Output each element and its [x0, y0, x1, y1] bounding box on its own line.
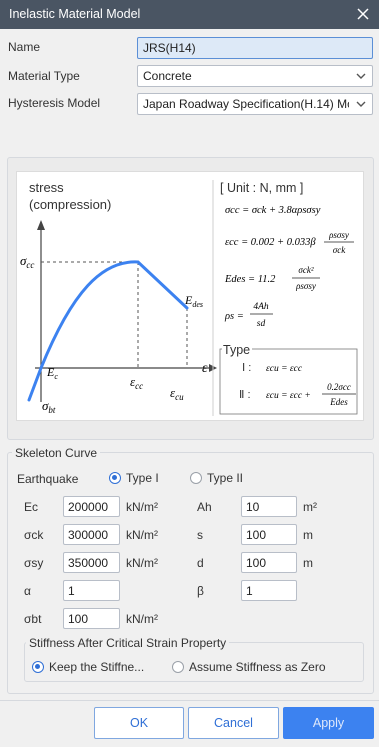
edes-label: Edes — [184, 293, 203, 309]
chevron-down-icon — [356, 73, 366, 79]
keep-stiffness-radio[interactable]: Keep the Stiffne... — [32, 660, 144, 674]
beta-input[interactable]: 1 — [241, 580, 297, 601]
skeleton-curve-title: Skeleton Curve — [12, 446, 101, 460]
s-unit: m — [303, 528, 313, 542]
ah-input[interactable]: 10 — [241, 496, 297, 517]
beta-label: β — [197, 584, 204, 598]
earthquake-label: Earthquake — [17, 472, 79, 486]
stress-strain-curve — [27, 260, 189, 402]
formula-rho-s-num: 4Ah — [253, 302, 269, 312]
material-type-label: Material Type — [8, 69, 80, 83]
unit-label: [ Unit : N, mm ] — [220, 181, 303, 195]
radio-selected-icon — [32, 661, 44, 673]
radio-unselected-icon — [172, 661, 184, 673]
window-title: Inelastic Material Model — [9, 7, 141, 21]
hysteresis-model-value: Japan Roadway Specification(H.14) Model — [143, 97, 349, 111]
formula-rho-s: ρs = — [224, 311, 244, 322]
formula-edes: Edes = 11.2 — [224, 274, 276, 285]
hysteresis-model-label: Hysteresis Model — [8, 96, 101, 110]
d-input[interactable]: 100 — [241, 552, 297, 573]
type-1-label: Ⅰ : — [242, 362, 251, 374]
type-i-radio[interactable]: Type I — [109, 471, 159, 485]
eps-cu-label: εcu — [170, 385, 184, 402]
name-input[interactable]: JRS(H14) — [137, 37, 373, 59]
y-title-compression: (compression) — [29, 197, 111, 212]
formula-edes-num: σck² — [298, 265, 313, 275]
type-2-den: Edes — [329, 397, 348, 407]
material-type-value: Concrete — [143, 69, 192, 83]
cancel-button[interactable]: Cancel — [188, 707, 279, 739]
sigma-sy-unit: kN/m² — [126, 556, 158, 570]
eps-axis-label: ε — [202, 361, 208, 376]
sigma-ck-label: σck — [24, 528, 44, 542]
sigma-bt-label: σbt — [24, 612, 42, 626]
alpha-label: α — [24, 584, 31, 598]
type-box-title: Type — [223, 343, 250, 357]
sigma-ck-input[interactable]: 300000 — [63, 524, 120, 545]
chevron-down-icon — [356, 101, 366, 107]
sigma-ck-unit: kN/m² — [126, 528, 158, 542]
alpha-input[interactable]: 1 — [63, 580, 120, 601]
type-1-eq: εcu = εcc — [266, 364, 303, 374]
sigma-sy-label: σsy — [24, 556, 44, 570]
ok-button[interactable]: OK — [94, 707, 184, 739]
x-axis — [35, 364, 217, 372]
close-icon[interactable] — [355, 5, 371, 23]
s-input[interactable]: 100 — [241, 524, 297, 545]
formula-eps-cc-den: σck — [333, 245, 346, 255]
type-2-eq: εcu = εcc + — [266, 391, 311, 401]
y-title-stress: stress — [29, 180, 64, 195]
type-2-label: Ⅱ : — [239, 389, 251, 401]
hysteresis-model-select[interactable]: Japan Roadway Specification(H.14) Model — [137, 93, 373, 115]
radio-unselected-icon — [190, 472, 202, 484]
sigma-bt-unit: kN/m² — [126, 612, 158, 626]
ec-label: Ec — [24, 500, 39, 514]
ec-input[interactable]: 200000 — [63, 496, 120, 517]
apply-button[interactable]: Apply — [283, 707, 374, 739]
sigma-bt-label: σbt — [42, 398, 56, 415]
zero-stiffness-radio[interactable]: Assume Stiffness as Zero — [172, 660, 326, 674]
material-type-select[interactable]: Concrete — [137, 65, 373, 87]
s-label: s — [197, 528, 203, 542]
d-unit: m — [303, 556, 313, 570]
d-label: d — [197, 556, 204, 570]
stiffness-title: Stiffness After Critical Strain Property — [26, 636, 230, 650]
ah-label: Ah — [197, 500, 212, 514]
name-label: Name — [8, 40, 41, 54]
formula-sigma-cc: σcc = σck + 3.8αρsσsy — [225, 205, 321, 216]
formula-edes-den: ρsσsy — [295, 281, 316, 291]
type-ii-radio[interactable]: Type II — [190, 471, 243, 485]
ec-unit: kN/m² — [126, 500, 158, 514]
radio-selected-icon — [109, 472, 121, 484]
formula-eps-cc-num: ρsσsy — [328, 230, 349, 240]
sigma-bt-input[interactable]: 100 — [63, 608, 120, 629]
eps-cc-label: εcc — [130, 374, 143, 391]
sigma-sy-input[interactable]: 350000 — [63, 552, 120, 573]
type-2-num: 0.2σcc — [327, 382, 351, 392]
sigma-cc-label: σcc — [20, 253, 34, 270]
ah-unit: m² — [303, 500, 317, 514]
title-bar: Inelastic Material Model — [0, 0, 379, 29]
formula-eps-cc: εcc = 0.002 + 0.033β — [225, 237, 316, 248]
stress-strain-diagram: stress (compression) σcc Ec σbt εcc εcu … — [16, 171, 364, 421]
formula-rho-s-den: sd — [257, 319, 266, 329]
